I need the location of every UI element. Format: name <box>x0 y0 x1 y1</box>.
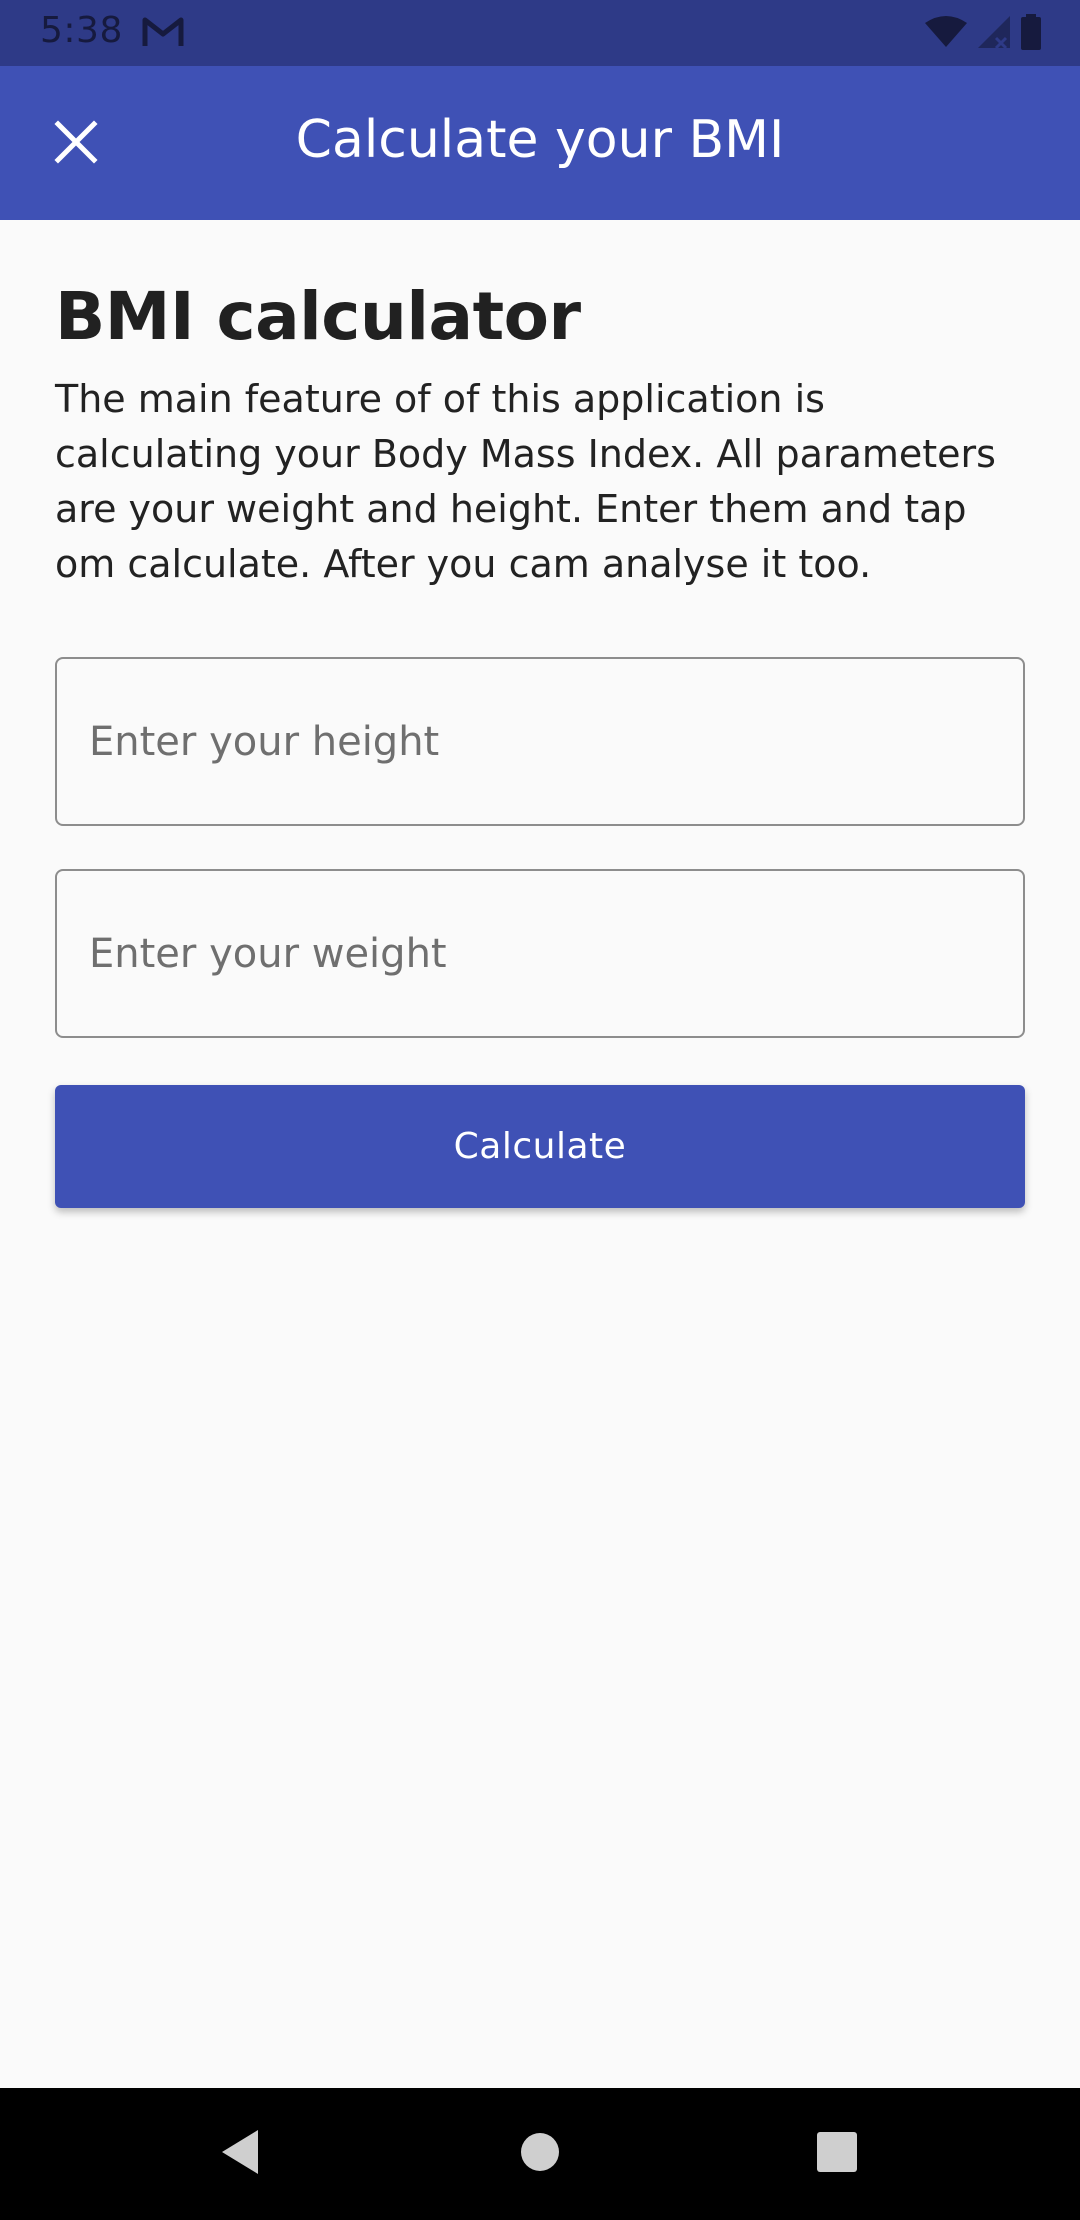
height-input-placeholder: Enter your height <box>89 718 440 765</box>
status-icons <box>924 14 1042 54</box>
signal-icon <box>976 14 1012 54</box>
screen: 5:38 Calculate your BMI BMI calculator T… <box>0 0 1080 2220</box>
nav-recents-button[interactable] <box>797 2118 877 2190</box>
description-text: The main feature of of this application … <box>55 377 996 586</box>
home-icon <box>518 2130 562 2178</box>
nav-home-button[interactable] <box>500 2118 580 2190</box>
navigation-bar <box>0 2088 1080 2220</box>
page-title: BMI calculator <box>55 278 581 355</box>
status-time: 5:38 <box>40 10 123 51</box>
weight-input[interactable]: Enter your weight <box>55 869 1025 1038</box>
calculate-button-label: Calculate <box>453 1126 627 1167</box>
calculate-button[interactable]: Calculate <box>55 1085 1025 1208</box>
back-icon <box>218 2128 262 2180</box>
nav-back-button[interactable] <box>200 2118 280 2190</box>
battery-icon <box>1020 14 1042 54</box>
wifi-icon <box>924 15 968 53</box>
app-bar: Calculate your BMI <box>0 66 1080 220</box>
status-bar: 5:38 <box>0 0 1080 66</box>
gmail-icon <box>142 14 184 50</box>
recents-icon <box>815 2130 859 2178</box>
height-input[interactable]: Enter your height <box>55 657 1025 826</box>
main-content: BMI calculator The main feature of of th… <box>55 220 1025 592</box>
weight-input-placeholder: Enter your weight <box>89 930 447 977</box>
app-title: Calculate your BMI <box>295 110 785 170</box>
